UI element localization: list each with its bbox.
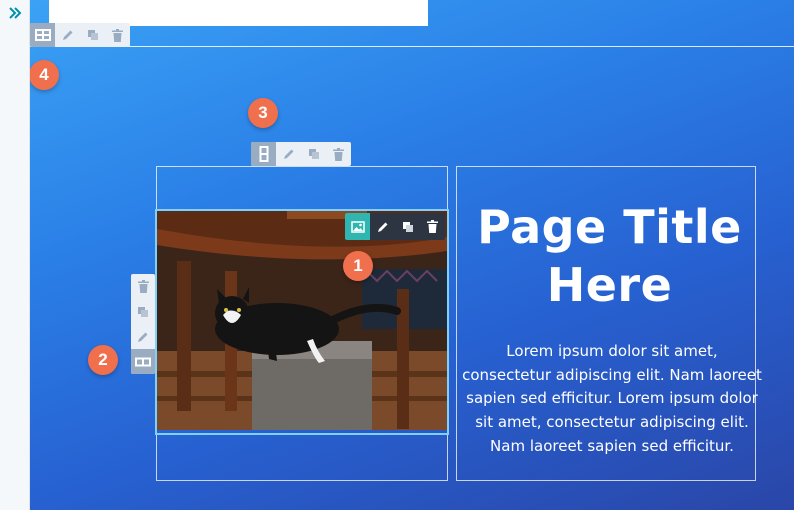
row-delete-button[interactable]: [131, 274, 155, 299]
section-boundary: [30, 46, 794, 47]
expand-sidebar-button[interactable]: [0, 0, 30, 26]
row-layout-icon: [135, 357, 151, 366]
editor-sidebar: [0, 0, 30, 510]
step-badge-2: 2: [88, 345, 118, 375]
column-layout-button[interactable]: [251, 142, 276, 166]
image-delete-button[interactable]: [420, 213, 445, 240]
trash-icon: [112, 28, 123, 42]
image-module-toolbar: [345, 213, 445, 240]
section-layout-icon: [34, 29, 51, 41]
row-layout-button[interactable]: [131, 349, 155, 374]
image-edit-button[interactable]: [370, 213, 395, 240]
section-layout-button[interactable]: [30, 23, 55, 47]
trash-icon: [137, 280, 149, 293]
body-paragraph[interactable]: Lorem ipsum dolor sit amet, consectetur …: [462, 340, 762, 459]
page-canvas: 4 3 2 1 Page Title Here Lorem ipsum dolo…: [30, 0, 794, 510]
column-toolbar: [251, 142, 351, 166]
column-clone-button[interactable]: [301, 142, 326, 166]
row-edit-button[interactable]: [131, 324, 155, 349]
section-clone-button[interactable]: [80, 23, 105, 47]
step-badge-3: 3: [248, 98, 278, 128]
page-title[interactable]: Page Title Here: [457, 198, 762, 314]
column-layout-icon: [259, 146, 268, 162]
row-clone-button[interactable]: [131, 299, 155, 324]
image-icon: [350, 220, 365, 233]
trash-icon: [427, 220, 438, 233]
step-badge-4: 4: [30, 60, 59, 90]
step-badge-1: 1: [343, 251, 373, 281]
pencil-icon: [62, 30, 72, 40]
copy-icon: [87, 30, 98, 40]
copy-icon: [402, 221, 413, 232]
pencil-icon: [283, 149, 293, 159]
row-toolbar: [131, 274, 155, 374]
column-edit-button[interactable]: [276, 142, 301, 166]
cat-photo-illustration: [157, 211, 447, 430]
cat-photo[interactable]: [157, 211, 447, 430]
image-settings-button[interactable]: [345, 213, 370, 240]
image-clone-button[interactable]: [395, 213, 420, 240]
section-delete-button[interactable]: [105, 23, 130, 47]
copy-icon: [308, 149, 319, 159]
column-delete-button[interactable]: [326, 142, 351, 166]
pencil-icon: [138, 332, 148, 342]
pencil-icon: [377, 222, 387, 232]
section-toolbar: [30, 23, 130, 47]
section-edit-button[interactable]: [55, 23, 80, 47]
chevron-double-right-icon: [9, 7, 22, 19]
trash-icon: [333, 147, 344, 161]
copy-icon: [138, 306, 148, 317]
